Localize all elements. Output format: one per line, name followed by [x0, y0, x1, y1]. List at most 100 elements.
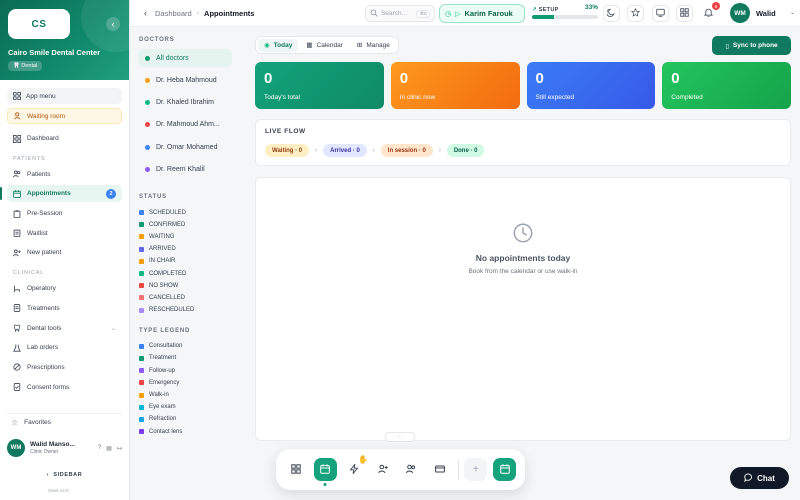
- dock-calendar-button[interactable]: [313, 458, 337, 486]
- flow-chip-in-session[interactable]: In session · 0: [380, 144, 433, 157]
- doctor-color-dot: [145, 55, 150, 61]
- status-legend-item[interactable]: NO SHOW: [138, 280, 232, 292]
- clinic-type-badge: 🦷 Dental: [8, 61, 43, 71]
- star-icon: ☆: [11, 418, 19, 427]
- doctor-filter-item[interactable]: Dr. Reem Khalil: [138, 160, 232, 178]
- sidebar-item-treatments[interactable]: Treatments: [7, 300, 122, 317]
- avatar[interactable]: WM: [730, 3, 750, 23]
- status-legend-item[interactable]: IN CHAIR: [138, 255, 232, 267]
- breadcrumb-parent[interactable]: Dashboard: [155, 9, 192, 18]
- sidebar-item-dental-tools[interactable]: Dental tools ⌄: [7, 320, 122, 337]
- status-legend-item[interactable]: SCHEDULED: [138, 206, 232, 218]
- waiting-room-button[interactable]: Waiting room: [7, 108, 122, 124]
- doctor-filter-item[interactable]: Dr. Omar Mohamed: [138, 138, 232, 156]
- notifications-button[interactable]: 6: [700, 2, 720, 22]
- sidebar-item-label: Treatments: [27, 304, 60, 312]
- type-legend-item[interactable]: Walk-in: [138, 389, 232, 401]
- status-legend-item[interactable]: CONFIRMED: [138, 219, 232, 231]
- sidebar-user-profile[interactable]: WM Walid Manso... Clinic Owner ? ▤ ↦: [7, 436, 122, 460]
- type-legend-item[interactable]: Eye exam: [138, 401, 232, 413]
- sidebar-item-label: Consent forms: [27, 383, 70, 391]
- favorites-button[interactable]: ☆ Favorites: [7, 413, 122, 429]
- dock-drag-handle[interactable]: :::: [385, 432, 415, 442]
- dock-billing-button[interactable]: [429, 458, 452, 481]
- app-menu-button[interactable]: App menu: [7, 88, 122, 104]
- sidebar-item-lab-orders[interactable]: Lab orders: [7, 339, 122, 356]
- type-legend-item[interactable]: Emergency: [138, 377, 232, 389]
- sync-to-phone-button[interactable]: ▯ Sync to phone: [712, 36, 791, 55]
- sidebar-item-consent-forms[interactable]: Consent forms: [7, 379, 122, 396]
- stat-cards: 0 Today's total 0 In clinic now 0 Still …: [255, 62, 791, 109]
- sidebar-item-pre-session[interactable]: Pre-Session: [7, 205, 122, 222]
- sidebar-item-waitlist[interactable]: Waitlist: [7, 225, 122, 242]
- sidebar-item-dashboard[interactable]: Dashboard: [7, 130, 122, 147]
- stat-card-completed[interactable]: 0 Completed: [662, 62, 791, 109]
- sidebar-item-appointments[interactable]: Appointments 2: [0, 185, 122, 203]
- chat-button[interactable]: Chat: [730, 467, 789, 489]
- sidebar-item-prescriptions[interactable]: Prescriptions: [7, 359, 122, 376]
- view-tabs: ◉ Today ▦ Calendar ⊞ Manage: [255, 36, 399, 54]
- user-menu-name[interactable]: Walid: [756, 9, 776, 18]
- search-input[interactable]: Search... ⌘K: [365, 5, 435, 22]
- setup-progress[interactable]: ↗ SETUP 33%: [532, 4, 598, 22]
- flow-chip-arrived[interactable]: Arrived · 0: [323, 144, 367, 157]
- status-legend-item[interactable]: CANCELLED: [138, 292, 232, 304]
- help-icon[interactable]: ?: [98, 445, 101, 452]
- type-legend-item[interactable]: Consultation: [138, 340, 232, 352]
- dock-apps-button[interactable]: [285, 458, 308, 481]
- file-check-icon: [13, 383, 21, 391]
- theme-toggle-button[interactable]: [603, 5, 620, 22]
- display-button[interactable]: [652, 5, 669, 22]
- status-legend-item[interactable]: COMPLETED: [138, 267, 232, 279]
- status-legend-item[interactable]: ARRIVED: [138, 243, 232, 255]
- type-legend-item[interactable]: Refraction: [138, 413, 232, 425]
- type-legend-item[interactable]: Treatment: [138, 352, 232, 364]
- sidebar-item-patients[interactable]: Patients: [7, 166, 122, 183]
- tab-manage[interactable]: ⊞ Manage: [351, 39, 396, 52]
- collapse-sidebar-button[interactable]: ‹: [106, 17, 120, 31]
- tab-today[interactable]: ◉ Today: [258, 38, 299, 52]
- type-legend-item[interactable]: Contact lens: [138, 425, 232, 437]
- chevron-down-icon[interactable]: ⌄: [790, 9, 795, 16]
- sidebar-item-label: Dashboard: [27, 135, 59, 142]
- stat-card-in-clinic[interactable]: 0 In clinic now: [390, 62, 520, 109]
- clinic-logo[interactable]: CS: [8, 9, 70, 39]
- status-legend-item[interactable]: RESCHEDULED: [138, 304, 232, 316]
- doctor-name: Dr. Reem Khalil: [156, 165, 205, 173]
- legend-label: IN CHAIR: [149, 258, 176, 265]
- doctor-filter-item[interactable]: Dr. Mahmoud Ahm...: [138, 116, 232, 134]
- back-icon[interactable]: ‹: [144, 8, 147, 18]
- logout-icon[interactable]: ↦: [117, 445, 122, 452]
- doctor-filter-item[interactable]: All doctors: [138, 49, 232, 67]
- dock-users-button[interactable]: [400, 458, 423, 481]
- flow-chip-done[interactable]: Done · 0: [446, 144, 485, 157]
- dock-add-button[interactable]: +: [464, 458, 488, 481]
- doctor-filter-item[interactable]: Dr. Heba Mahmoud: [138, 71, 232, 89]
- sidebar: CS ‹ Cairo Smile Dental Center 🦷 Dental …: [0, 0, 130, 500]
- active-patient-timer[interactable]: ◷ ▷ Karim Farouk: [439, 4, 525, 23]
- settings-icon[interactable]: ▤: [106, 445, 112, 452]
- status-legend-item[interactable]: WAITING: [138, 231, 232, 243]
- waiting-room-label: Waiting room: [27, 112, 66, 120]
- dock-pinned-calendar-button[interactable]: [493, 458, 516, 481]
- sidebar-item-new-patient[interactable]: New patient: [7, 244, 122, 261]
- favorite-button[interactable]: [627, 5, 644, 22]
- doctor-filter-item[interactable]: Dr. Khaled Ibrahim: [138, 94, 232, 112]
- tab-calendar[interactable]: ▦ Calendar: [300, 39, 349, 52]
- type-legend-heading: TYPE LEGEND: [139, 328, 191, 335]
- user-plus-icon: [377, 464, 388, 476]
- flow-chip-waiting[interactable]: Waiting · 0: [265, 144, 310, 157]
- stat-card-still-expected[interactable]: 0 Still expected: [526, 62, 656, 109]
- stat-card-today-total[interactable]: 0 Today's total: [255, 62, 384, 109]
- legend-label: Eye exam: [149, 404, 176, 411]
- search-placeholder: Search...: [381, 10, 408, 17]
- dock-patient-button[interactable]: [371, 458, 394, 481]
- type-legend-item[interactable]: Follow-up: [138, 365, 232, 377]
- calendar-icon: [499, 463, 510, 476]
- sidebar-toggle-button[interactable]: ‹ SIDEBAR: [0, 472, 129, 478]
- sidebar-item-operatory[interactable]: Operatory: [7, 280, 122, 297]
- doctor-name: Dr. Mahmoud Ahm...: [156, 121, 220, 129]
- sidebar-item-label: Prescriptions: [27, 363, 65, 371]
- legend-color-swatch: [139, 307, 144, 313]
- apps-button[interactable]: [676, 5, 693, 22]
